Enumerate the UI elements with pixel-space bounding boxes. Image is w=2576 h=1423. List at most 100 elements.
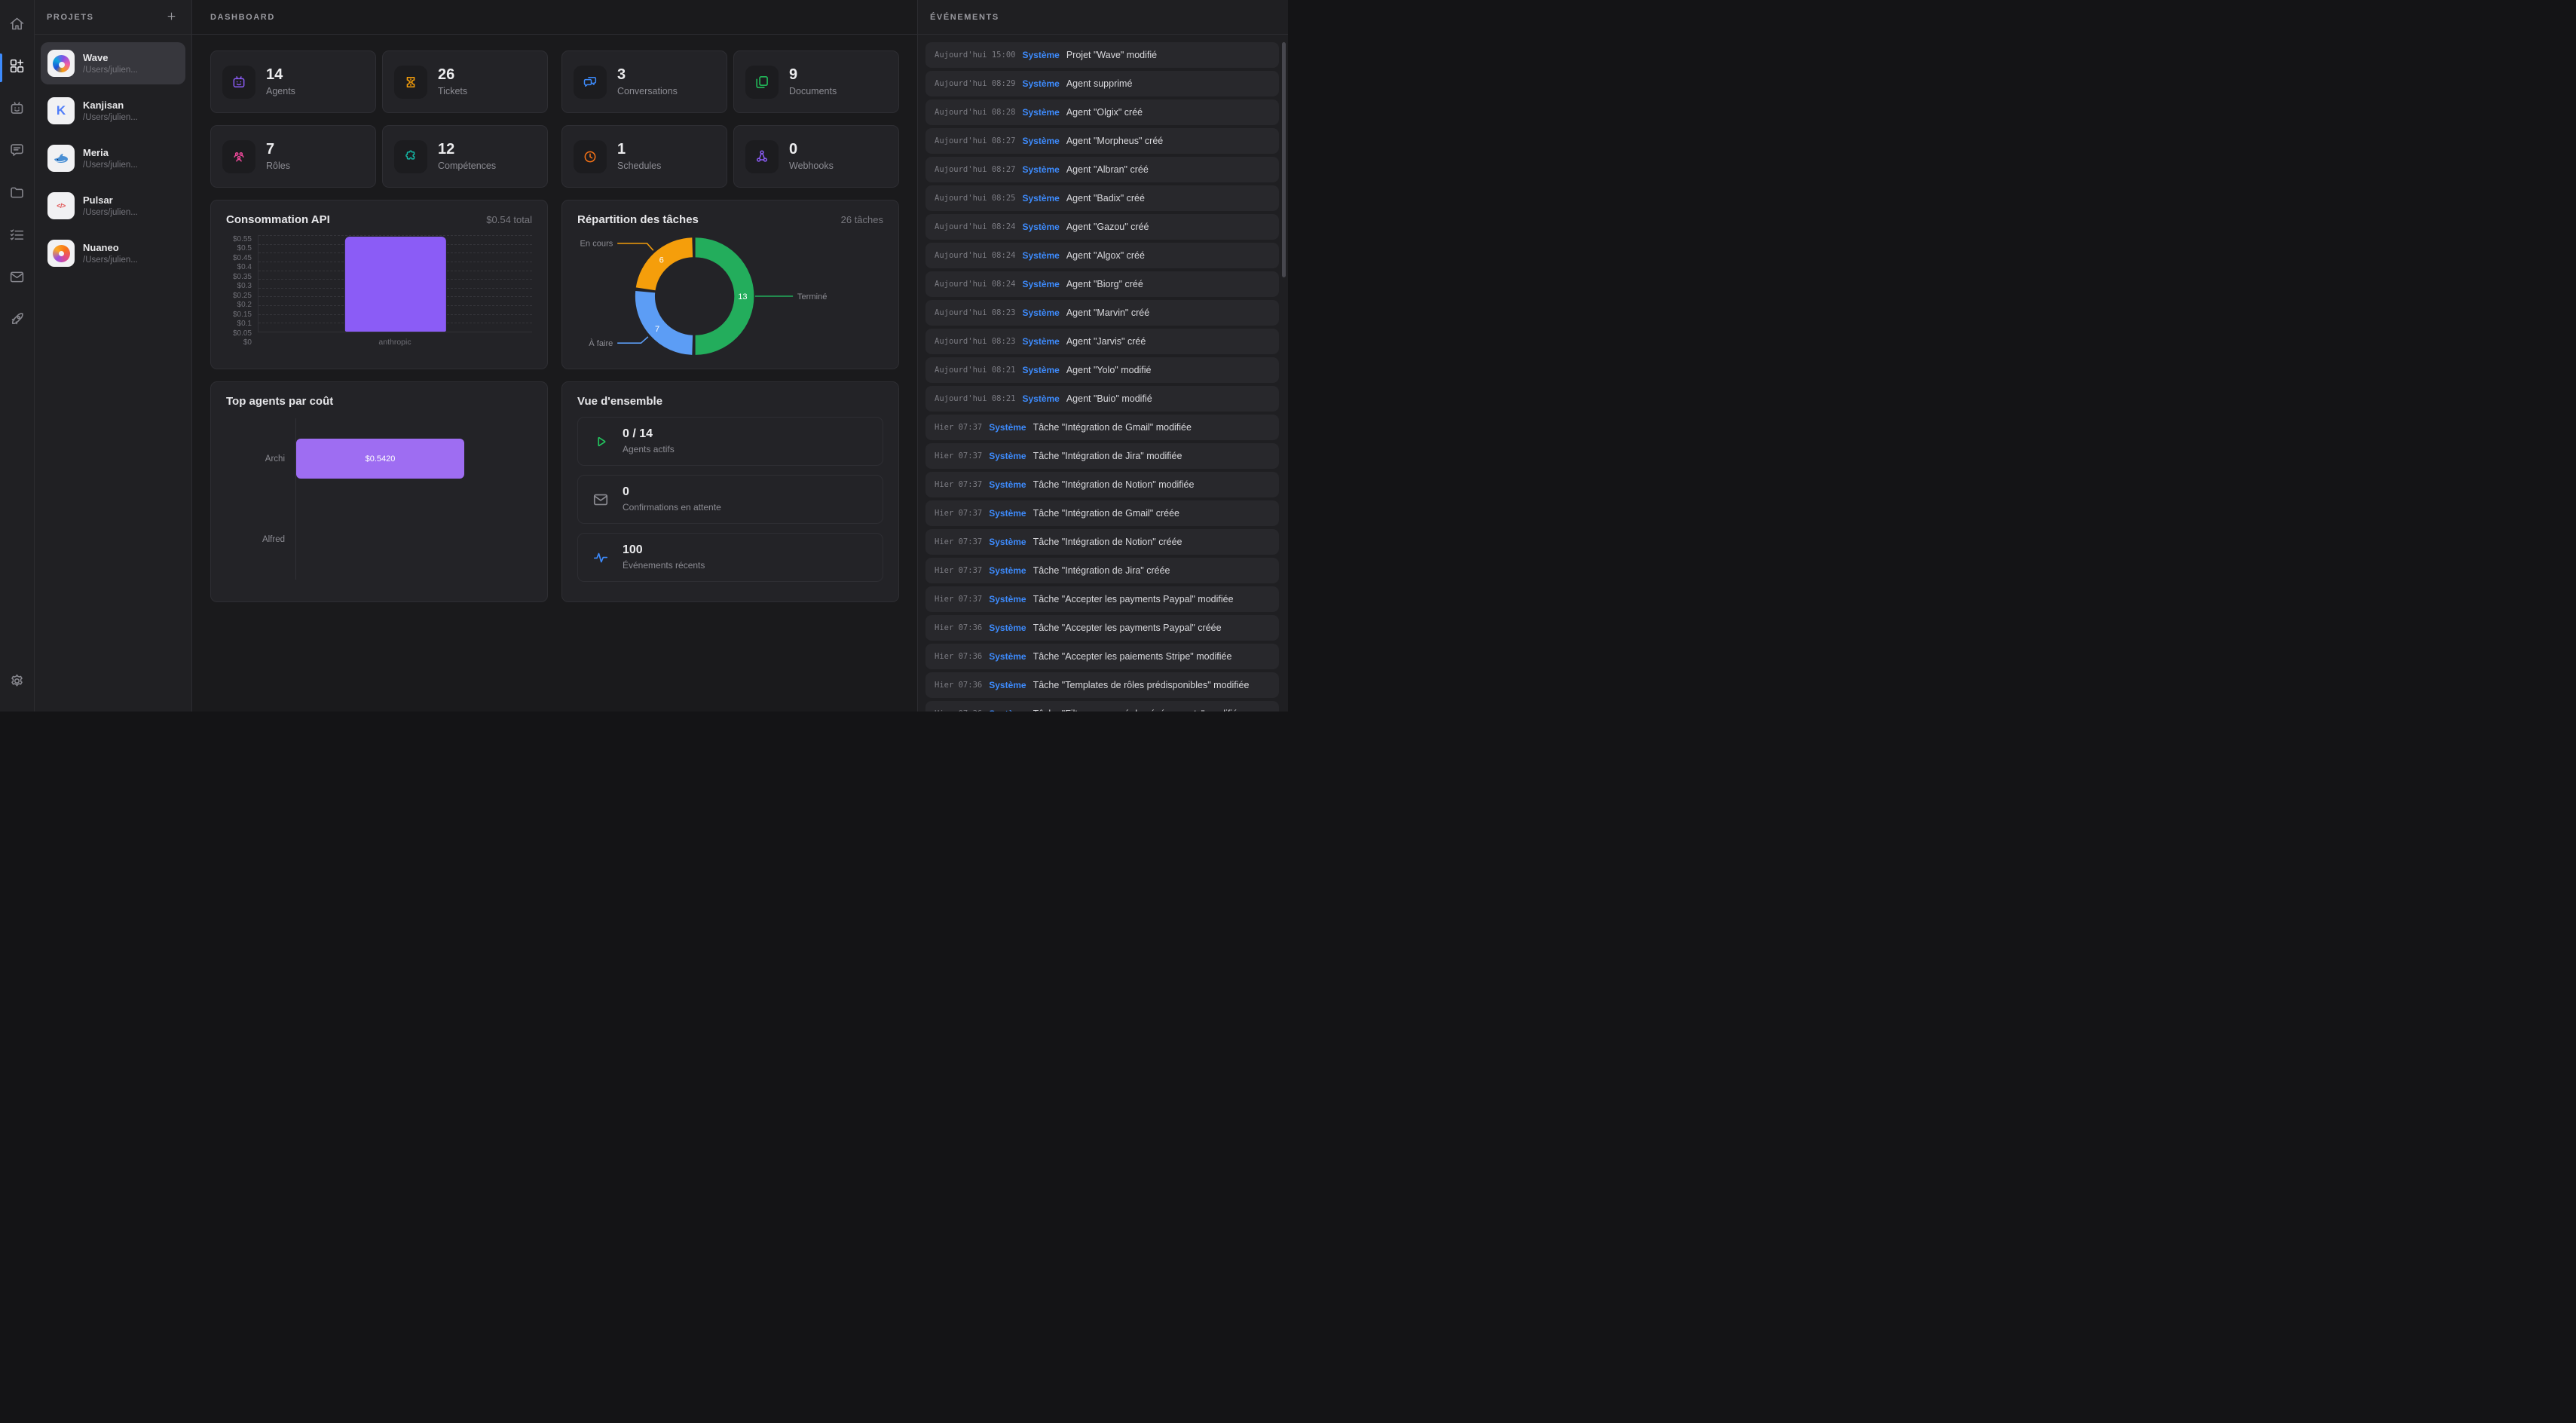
event-time: Aujourd'hui 08:27 bbox=[935, 136, 1015, 145]
overview-title: Vue d'ensemble bbox=[577, 395, 662, 408]
donut-slice-en-cours bbox=[646, 247, 693, 289]
project-list: Wave/Users/julien... KKanjisan/Users/juli… bbox=[35, 35, 191, 287]
top-agents-card: Top agents par coût Archi$0.5420Alfred bbox=[210, 381, 548, 602]
event-message: Agent supprimé bbox=[1066, 78, 1133, 89]
stat-label: Documents bbox=[789, 86, 837, 96]
event-row: Hier 07:37SystèmeTâche "Accepter les pay… bbox=[925, 586, 1279, 612]
event-time: Aujourd'hui 08:29 bbox=[935, 79, 1015, 88]
y-tick: $0.3 bbox=[237, 282, 252, 290]
rail-item-robot[interactable] bbox=[0, 92, 35, 128]
rail-item-mail[interactable] bbox=[0, 261, 35, 297]
rail-item-folder[interactable] bbox=[0, 176, 35, 213]
page-title: DASHBOARD bbox=[210, 13, 275, 22]
stat-pair: 3Conversations9Documents bbox=[561, 50, 899, 113]
project-name: Meria bbox=[83, 147, 138, 158]
main-header: DASHBOARD bbox=[192, 0, 917, 35]
stat-value: 0 bbox=[789, 142, 834, 157]
api-consumption-total: $0.54 total bbox=[486, 214, 532, 225]
rail-item-checklist[interactable] bbox=[0, 219, 35, 255]
event-message: Tâche "Intégration de Gmail" modifiée bbox=[1033, 422, 1192, 433]
rail-item-chat[interactable] bbox=[0, 134, 35, 170]
event-time: Hier 07:37 bbox=[935, 509, 982, 518]
x-axis-label: anthropic bbox=[258, 338, 532, 347]
add-project-button[interactable] bbox=[163, 9, 179, 26]
donut-slice-à-faire bbox=[645, 292, 693, 345]
event-message: Tâche "Intégration de Notion" créée bbox=[1033, 537, 1182, 547]
event-row: Hier 07:36SystèmeTâche "Filtrage avancé … bbox=[925, 701, 1279, 712]
y-tick: $0.45 bbox=[233, 254, 252, 262]
event-time: Aujourd'hui 08:23 bbox=[935, 337, 1015, 346]
overview-row: 0Confirmations en attente bbox=[577, 475, 883, 524]
donut-slice-terminé bbox=[696, 247, 745, 345]
event-message: Agent "Jarvis" créé bbox=[1066, 336, 1146, 347]
y-tick: $0.2 bbox=[237, 301, 252, 309]
api-consumption-chart: $0.55$0.5$0.45$0.4$0.35$0.3$0.25$0.2$0.1… bbox=[226, 235, 532, 347]
event-row: Hier 07:37SystèmeTâche "Intégration de J… bbox=[925, 558, 1279, 583]
event-row: Aujourd'hui 15:00SystèmeProjet "Wave" mo… bbox=[925, 42, 1279, 68]
project-name: Nuaneo bbox=[83, 242, 138, 253]
event-time: Aujourd'hui 08:24 bbox=[935, 222, 1015, 231]
users-icon bbox=[222, 140, 255, 173]
project-item-pulsar[interactable]: </>Pulsar/Users/julien... bbox=[41, 185, 185, 227]
projects-panel: PROJETS Wave/Users/julien...KKanjisan/Us… bbox=[35, 0, 192, 712]
events-scrollbar[interactable] bbox=[1282, 42, 1286, 277]
event-source: Système bbox=[1022, 308, 1059, 318]
project-logo bbox=[47, 240, 75, 267]
settings-button[interactable] bbox=[0, 665, 35, 701]
event-row: Aujourd'hui 08:23 Système Agent "Jarvis" c… bbox=[925, 329, 1279, 354]
plus-icon bbox=[166, 11, 177, 24]
event-time: Aujourd'hui 08:21 bbox=[935, 394, 1015, 403]
event-time: Hier 07:37 bbox=[935, 480, 982, 489]
project-name: Kanjisan bbox=[83, 99, 138, 111]
event-time: Hier 07:37 bbox=[935, 566, 982, 575]
event-row: Aujourd'hui 08:21SystèmeAgent "Yolo" mod… bbox=[925, 357, 1279, 383]
mail-icon bbox=[9, 269, 25, 289]
project-name: Wave bbox=[83, 52, 138, 63]
event-row: Aujourd'hui 08:21SystèmeAgent "Buio" mod… bbox=[925, 386, 1279, 412]
project-item-wave[interactable]: Wave/Users/julien... bbox=[41, 42, 185, 84]
event-time: Aujourd'hui 08:28 bbox=[935, 108, 1015, 117]
overview-card: Vue d'ensemble 0 / 14Agents actifs 0Confi… bbox=[561, 381, 899, 602]
event-message: Tâche "Accepter les payments Paypal" cré… bbox=[1033, 623, 1222, 633]
stat-pair: 7Rôles12Compétences bbox=[210, 125, 548, 188]
project-item-meria[interactable]: Meria/Users/julien... bbox=[41, 137, 185, 179]
stat-card-documents: 9 Documents bbox=[733, 50, 899, 113]
event-message: Tâche "Intégration de Notion" modifiée bbox=[1033, 479, 1195, 490]
api-consumption-title: Consommation API bbox=[226, 213, 330, 226]
event-row: Hier 07:37SystèmeTâche "Intégration de G… bbox=[925, 500, 1279, 526]
event-row: Hier 07:37SystèmeTâche "Intégration de G… bbox=[925, 415, 1279, 440]
app-window: PROJETS Wave/Users/julien...KKanjisan/Us… bbox=[0, 0, 1288, 712]
event-source: Système bbox=[1022, 222, 1059, 232]
y-tick: $0.35 bbox=[233, 273, 252, 281]
event-row: Hier 07:36SystèmeTâche "Templates de rôl… bbox=[925, 672, 1279, 698]
puzzle-icon bbox=[394, 140, 427, 173]
event-message: Tâche "Intégration de Jira" créée bbox=[1033, 565, 1170, 576]
rail-item-home[interactable] bbox=[0, 8, 35, 44]
overview-row: 0 / 14Agents actifs bbox=[577, 417, 883, 466]
y-axis: $0.55$0.5$0.45$0.4$0.35$0.3$0.25$0.2$0.1… bbox=[226, 235, 258, 347]
rail-item-rocket[interactable] bbox=[0, 303, 35, 339]
event-source: Système bbox=[989, 680, 1026, 690]
event-row: Aujourd'hui 08:23SystèmeAgent "Marvin" c… bbox=[925, 300, 1279, 326]
event-message: Tâche "Intégration de Gmail" créée bbox=[1033, 508, 1179, 519]
project-item-nuaneo[interactable]: Nuaneo/Users/julien... bbox=[41, 232, 185, 274]
event-time: Hier 07:36 bbox=[935, 652, 982, 661]
stat-label: Tickets bbox=[438, 86, 467, 96]
stat-label: Conversations bbox=[617, 86, 678, 96]
project-item-kanjisan[interactable]: KKanjisan/Users/julien... bbox=[41, 90, 185, 132]
event-row: Hier 07:36SystèmeTâche "Accepter les pay… bbox=[925, 615, 1279, 641]
dashboard-content: 14Agents26Tickets3Conversations9Document… bbox=[192, 35, 917, 618]
event-row: Aujourd'hui 08:27SystèmeAgent "Albran" c… bbox=[925, 157, 1279, 182]
event-source: Système bbox=[989, 479, 1026, 490]
event-message: Agent "Gazou" créé bbox=[1066, 222, 1149, 232]
event-source: Système bbox=[1022, 193, 1059, 204]
event-message: Agent "Biorg" créé bbox=[1066, 279, 1143, 289]
stat-label: Schedules bbox=[617, 161, 661, 171]
event-message: Agent "Morpheus" créé bbox=[1066, 136, 1163, 146]
rail-item-grid-plus[interactable] bbox=[0, 50, 35, 86]
event-message: Tâche "Accepter les payments Paypal" mod… bbox=[1033, 594, 1234, 604]
stat-value: 9 bbox=[789, 67, 837, 82]
event-source: Système bbox=[1022, 336, 1059, 347]
event-time: Aujourd'hui 08:24 bbox=[935, 280, 1015, 289]
event-source: Système bbox=[989, 708, 1026, 712]
